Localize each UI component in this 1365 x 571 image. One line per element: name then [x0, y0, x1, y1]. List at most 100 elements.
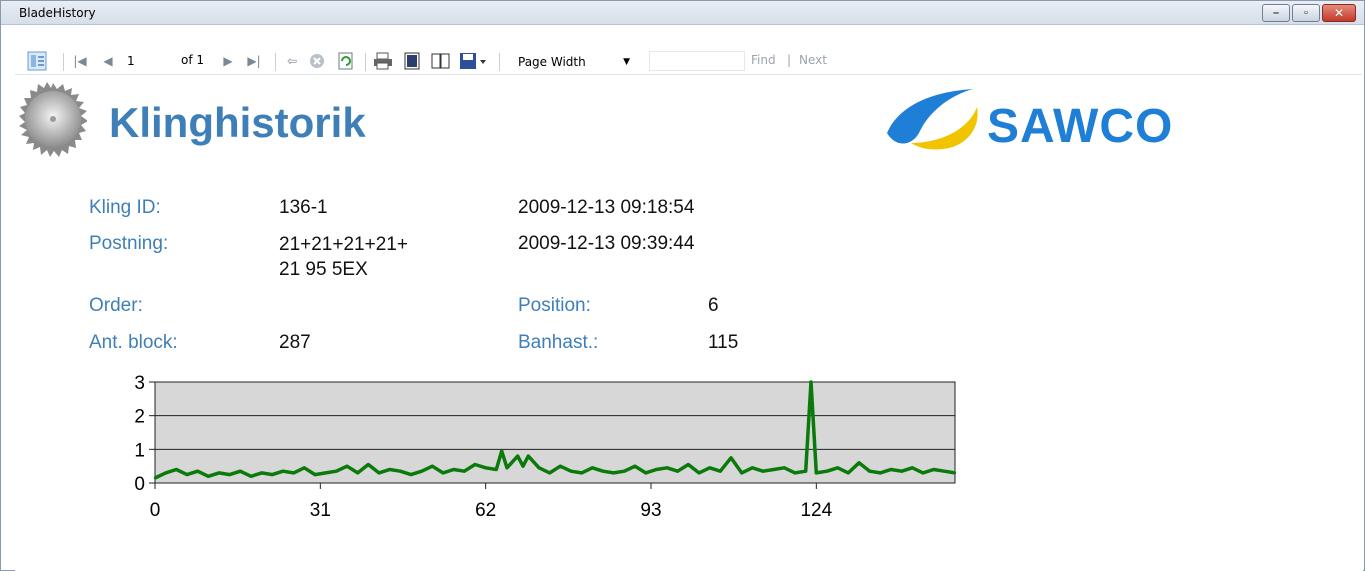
data-point [228, 473, 231, 476]
previous-page-button[interactable]: ◀ [99, 50, 117, 72]
data-point [367, 463, 370, 466]
data-point [900, 470, 903, 473]
back-button[interactable]: ⇦ [283, 50, 301, 72]
current-page-input[interactable] [127, 51, 167, 71]
data-point [633, 465, 637, 468]
title-bar: BladeHistory – ▫ ✕ [1, 1, 1364, 25]
data-point [521, 465, 525, 468]
report-viewer-window: BladeHistory – ▫ ✕ |◀ ◀ of 1 ▶ ▶| ⇦ [0, 0, 1365, 571]
data-point [868, 470, 871, 473]
data-point [313, 473, 317, 476]
last-page-icon: ▶| [247, 54, 261, 68]
refresh-button[interactable] [337, 50, 355, 72]
page-count-label: of 1 [181, 53, 205, 67]
y-tick-label: 2 [134, 407, 145, 428]
chevron-down-icon: ▼ [623, 57, 630, 67]
window-title: BladeHistory [19, 6, 96, 20]
zoom-value: Page Width [518, 55, 586, 69]
data-point [719, 470, 722, 473]
data-point [772, 468, 775, 471]
data-point [729, 456, 733, 459]
data-point [335, 470, 338, 473]
page-setup-icon [431, 53, 450, 69]
antblock-label: Ant. block: [89, 332, 178, 353]
data-point [879, 471, 882, 475]
data-point [740, 471, 743, 475]
end-timestamp: 2009-12-13 09:39:44 [518, 233, 695, 254]
data-point [644, 471, 647, 475]
data-point [676, 470, 679, 473]
postning-value-line2: 21 95 5EX [279, 259, 368, 280]
minimize-button[interactable]: – [1262, 4, 1290, 22]
next-page-button[interactable]: ▶ [219, 50, 237, 72]
data-point [612, 471, 615, 475]
first-page-button[interactable]: |◀ [71, 50, 89, 72]
kling-id-value: 136-1 [279, 197, 328, 218]
data-point [164, 471, 167, 475]
data-point [953, 471, 957, 475]
data-point [847, 471, 850, 475]
banhast-label: Banhast.: [518, 332, 599, 353]
stop-icon [310, 54, 324, 68]
page-layout-icon [404, 52, 420, 70]
data-point [292, 471, 295, 475]
data-point [271, 473, 274, 476]
data-point [559, 465, 562, 468]
kling-id-label: Kling ID: [89, 197, 161, 218]
stop-button[interactable] [309, 50, 325, 72]
page-setup-button[interactable] [431, 50, 451, 72]
data-point [809, 380, 813, 384]
postning-value-line1: 21+21+21+21+ [279, 234, 408, 255]
data-point [500, 449, 503, 453]
postning-label: Postning: [89, 233, 169, 254]
data-point [196, 470, 199, 473]
previous-page-icon: ◀ [103, 54, 113, 68]
find-link[interactable]: Find [751, 53, 776, 67]
data-point [207, 475, 210, 478]
x-tick-label: 0 [150, 500, 161, 521]
find-next-link[interactable]: Next [799, 53, 827, 67]
order-label: Order: [89, 295, 143, 316]
data-point [836, 466, 839, 469]
maximize-icon: ▫ [1304, 7, 1308, 19]
last-page-button[interactable]: ▶| [245, 50, 263, 72]
print-layout-button[interactable] [403, 50, 421, 72]
document-map-button[interactable] [27, 50, 47, 72]
data-point [185, 473, 189, 476]
refresh-icon [338, 52, 353, 70]
data-point [708, 466, 711, 469]
data-point [943, 470, 946, 473]
start-timestamp: 2009-12-13 09:18:54 [518, 197, 695, 218]
data-point [431, 465, 434, 468]
data-point [505, 466, 509, 469]
x-tick-label: 31 [310, 500, 331, 521]
data-point [175, 468, 178, 471]
data-point [932, 468, 935, 471]
data-point [217, 471, 221, 475]
position-value: 6 [708, 295, 719, 316]
blade-history-chart: 0 1 2 3 0 31 62 93 124 [134, 373, 957, 521]
data-point [697, 471, 701, 475]
print-button[interactable] [373, 50, 393, 72]
data-point [388, 468, 391, 471]
find-input[interactable] [649, 51, 745, 71]
find-separator: | [787, 53, 792, 67]
x-tick-label: 124 [800, 500, 832, 521]
close-icon: ✕ [1333, 6, 1345, 20]
data-point [580, 471, 583, 475]
close-button[interactable]: ✕ [1322, 4, 1356, 22]
data-point [452, 468, 455, 471]
data-point [911, 466, 914, 469]
export-button[interactable] [459, 50, 489, 72]
maximize-button[interactable]: ▫ [1292, 4, 1320, 22]
data-point [687, 463, 690, 466]
first-page-icon: |◀ [73, 54, 87, 68]
data-point [399, 470, 402, 473]
next-page-icon: ▶ [223, 54, 233, 68]
saw-blade-icon [19, 82, 87, 157]
data-point [537, 466, 541, 469]
data-point [516, 454, 519, 458]
data-point [239, 470, 242, 473]
zoom-select[interactable]: Page Width ▼ [509, 51, 637, 71]
toolbar-separator [63, 53, 64, 71]
